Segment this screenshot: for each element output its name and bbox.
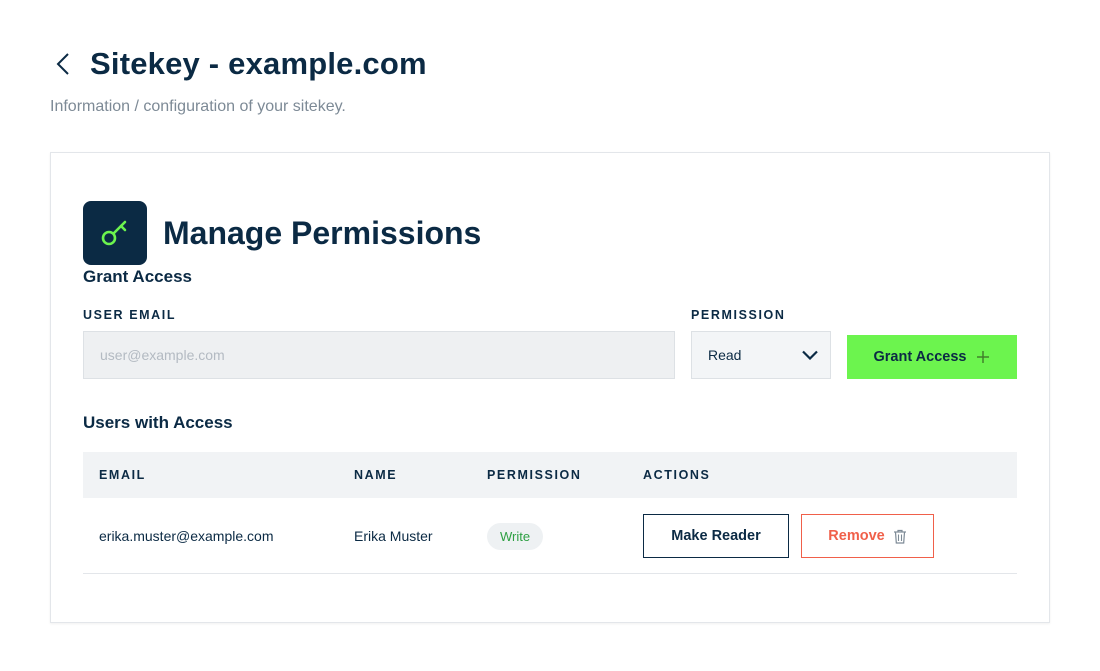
row-email: erika.muster@example.com (99, 528, 274, 544)
row-name: Erika Muster (354, 528, 433, 544)
page-title: Sitekey - example.com (90, 46, 427, 81)
user-email-label: USER EMAIL (83, 308, 177, 322)
plus-icon (976, 350, 990, 364)
table-header: EMAIL NAME PERMISSION ACTIONS (83, 452, 1017, 498)
column-header-actions: ACTIONS (643, 468, 711, 482)
chevron-down-icon (802, 350, 818, 360)
back-button[interactable] (56, 44, 86, 84)
page-subtitle: Information / configuration of your site… (50, 98, 346, 115)
card-title: Manage Permissions (163, 214, 482, 251)
permissions-card: Manage Permissions Grant Access USER EMA… (50, 152, 1050, 623)
permission-label: PERMISSION (691, 308, 786, 322)
page-header: Sitekey - example.com (50, 44, 427, 84)
make-reader-button[interactable]: Make Reader (643, 514, 789, 558)
users-table: EMAIL NAME PERMISSION ACTIONS erika.must… (83, 452, 1017, 574)
column-header-permission: PERMISSION (487, 468, 582, 482)
grant-access-heading: Grant Access (83, 267, 192, 286)
remove-button-label: Remove (828, 528, 885, 544)
column-header-email: EMAIL (99, 468, 146, 482)
row-actions: Make Reader Remove (643, 498, 934, 574)
page: Sitekey - example.com Information / conf… (0, 0, 1100, 671)
users-with-access-heading: Users with Access (83, 413, 233, 432)
remove-button[interactable]: Remove (801, 514, 934, 558)
key-tile (83, 201, 147, 265)
column-header-name: NAME (354, 468, 398, 482)
grant-access-button[interactable]: Grant Access (847, 335, 1017, 379)
table-row: erika.muster@example.com Erika Muster Wr… (83, 498, 1017, 574)
user-email-input[interactable] (83, 331, 675, 379)
trash-icon (893, 529, 907, 544)
permission-badge: Write (487, 522, 544, 550)
grant-access-button-label: Grant Access (873, 349, 967, 365)
row-permission-cell: Write (487, 498, 544, 574)
card-header: Manage Permissions (83, 201, 481, 265)
chevron-left-icon (56, 53, 69, 75)
permission-select-value: Read (708, 347, 742, 363)
permission-select[interactable]: Read (691, 331, 831, 379)
key-icon (101, 220, 127, 246)
